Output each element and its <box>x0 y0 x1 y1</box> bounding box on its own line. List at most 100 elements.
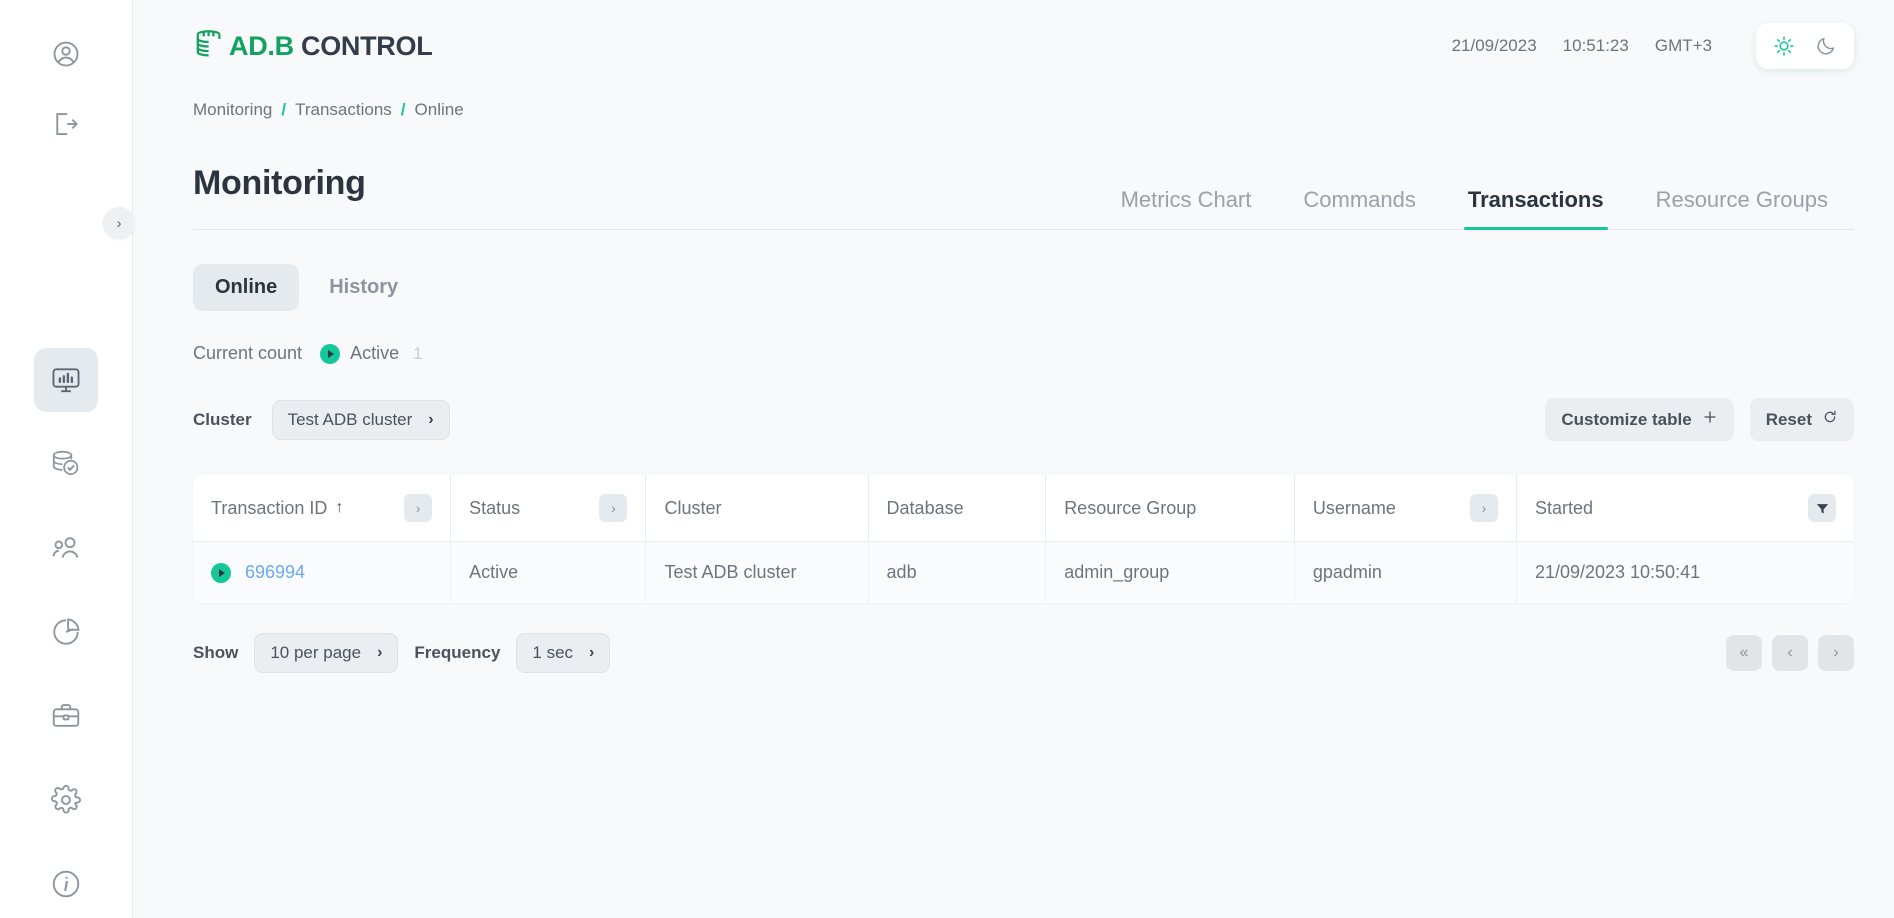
chevron-right-icon[interactable]: › <box>599 494 627 522</box>
page-title: Monitoring <box>193 164 366 229</box>
per-page-value: 10 per page <box>270 643 361 663</box>
column-database[interactable]: Database <box>868 475 1046 542</box>
status-badge: Active 1 <box>320 343 423 364</box>
cell-resource-group: admin_group <box>1046 542 1295 604</box>
monitor-chart-icon <box>50 364 82 396</box>
column-transaction-id[interactable]: Transaction ID ↑ › <box>193 475 451 542</box>
top-bar: AD.B CONTROL 21/09/2023 10:51:23 GMT+3 <box>133 0 1894 92</box>
tab-resource-groups[interactable]: Resource Groups <box>1630 187 1854 229</box>
show-label: Show <box>193 643 238 663</box>
transaction-id-link[interactable]: 696994 <box>245 562 305 583</box>
column-transaction-id-label: Transaction ID <box>211 498 327 519</box>
theme-toggle <box>1756 23 1854 69</box>
filter-left: Cluster Test ADB cluster › <box>193 400 450 440</box>
reset-button[interactable]: Reset <box>1750 398 1854 441</box>
sidebar-item-databases[interactable] <box>34 432 98 496</box>
breadcrumb-item-transactions[interactable]: Transactions <box>295 100 392 120</box>
chevron-right-icon: › <box>428 411 433 429</box>
sidebar-item-settings[interactable] <box>34 768 98 832</box>
subtab-online[interactable]: Online <box>193 264 299 311</box>
table-row[interactable]: 696994 Active Test ADB cluster adb admin… <box>193 542 1854 604</box>
column-cluster[interactable]: Cluster <box>646 475 868 542</box>
chevron-right-icon[interactable]: › <box>1470 494 1498 522</box>
per-page-select[interactable]: 10 per page › <box>254 633 398 673</box>
database-stack-icon <box>193 27 227 66</box>
breadcrumb: Monitoring / Transactions / Online <box>193 92 1854 120</box>
column-status-label: Status <box>469 498 520 519</box>
timezone: GMT+3 <box>1655 36 1712 56</box>
first-page-button[interactable]: « <box>1726 635 1762 671</box>
sidebar-item-jobs[interactable] <box>34 684 98 748</box>
sidebar: › <box>0 0 133 918</box>
briefcase-icon <box>50 700 82 732</box>
cell-transaction-id: 696994 <box>193 542 451 604</box>
play-circle-icon <box>320 344 340 364</box>
column-username[interactable]: Username › <box>1294 475 1516 542</box>
subtab-history[interactable]: History <box>307 264 420 311</box>
refresh-icon <box>1822 409 1838 430</box>
frequency-label: Frequency <box>414 643 500 663</box>
filter-icon[interactable] <box>1808 494 1836 522</box>
filter-row: Cluster Test ADB cluster › Customize tab… <box>193 398 1854 441</box>
current-time: 10:51:23 <box>1563 36 1629 56</box>
sun-icon[interactable] <box>1770 32 1798 60</box>
next-page-button[interactable]: › <box>1818 635 1854 671</box>
column-cluster-label: Cluster <box>664 498 721 519</box>
users-icon <box>50 532 82 564</box>
cell-cluster: Test ADB cluster <box>646 542 868 604</box>
cell-status: Active <box>451 542 646 604</box>
column-database-label: Database <box>887 498 964 519</box>
gear-icon <box>50 784 82 816</box>
logo-text-control: CONTROL <box>294 31 433 61</box>
tab-commands[interactable]: Commands <box>1277 187 1441 229</box>
sidebar-item-logout[interactable] <box>34 92 98 156</box>
sidebar-expand-button[interactable]: › <box>103 207 135 239</box>
user-circle-icon <box>51 39 81 69</box>
title-tabs-row: Monitoring Metrics Chart Commands Transa… <box>193 164 1854 230</box>
frequency-value: 1 sec <box>532 643 573 663</box>
chevron-right-icon: › <box>589 644 594 662</box>
status-badge-count: 1 <box>413 344 422 364</box>
tab-metrics-chart[interactable]: Metrics Chart <box>1095 187 1278 229</box>
sidebar-item-about[interactable] <box>34 852 98 916</box>
sidebar-item-reports[interactable] <box>34 600 98 664</box>
customize-table-button[interactable]: Customize table <box>1545 398 1733 441</box>
frequency-select[interactable]: 1 sec › <box>516 633 610 673</box>
column-started-label: Started <box>1535 498 1593 519</box>
prev-page-button[interactable]: ‹ <box>1772 635 1808 671</box>
app-logo[interactable]: AD.B CONTROL <box>193 27 432 66</box>
reset-label: Reset <box>1766 410 1812 430</box>
footer-left: Show 10 per page › Frequency 1 sec › <box>193 633 610 673</box>
chevron-right-icon: › <box>117 215 122 232</box>
cluster-select-value: Test ADB cluster <box>288 410 413 430</box>
subtab-bar: Online History <box>193 264 1854 311</box>
play-circle-icon <box>211 563 231 583</box>
cluster-select[interactable]: Test ADB cluster › <box>272 400 450 440</box>
breadcrumb-item-monitoring[interactable]: Monitoring <box>193 100 272 120</box>
column-started[interactable]: Started <box>1516 475 1854 542</box>
sidebar-nav <box>34 348 98 916</box>
column-resource-group-label: Resource Group <box>1064 498 1196 519</box>
plus-icon <box>1702 409 1718 430</box>
column-username-label: Username <box>1313 498 1396 519</box>
table-header-row: Transaction ID ↑ › Status › <box>193 475 1854 542</box>
chevron-right-icon[interactable]: › <box>404 494 432 522</box>
chevron-right-icon: › <box>377 644 382 662</box>
cluster-label: Cluster <box>193 410 252 430</box>
cell-username: gpadmin <box>1294 542 1516 604</box>
column-status[interactable]: Status › <box>451 475 646 542</box>
logo-text: AD.B CONTROL <box>229 33 432 60</box>
status-row: Current count Active 1 <box>193 343 1854 364</box>
breadcrumb-item-online[interactable]: Online <box>415 100 464 120</box>
sidebar-item-monitoring[interactable] <box>34 348 98 412</box>
logout-icon <box>51 109 81 139</box>
sidebar-item-users[interactable] <box>34 516 98 580</box>
table-footer: Show 10 per page › Frequency 1 sec › « ‹… <box>193 633 1854 673</box>
info-icon <box>50 868 82 900</box>
sidebar-item-profile[interactable] <box>34 22 98 86</box>
moon-icon[interactable] <box>1812 32 1840 60</box>
column-resource-group[interactable]: Resource Group <box>1046 475 1295 542</box>
top-bar-right: 21/09/2023 10:51:23 GMT+3 <box>1452 23 1854 69</box>
current-count-label: Current count <box>193 343 302 364</box>
tab-transactions[interactable]: Transactions <box>1442 187 1630 229</box>
